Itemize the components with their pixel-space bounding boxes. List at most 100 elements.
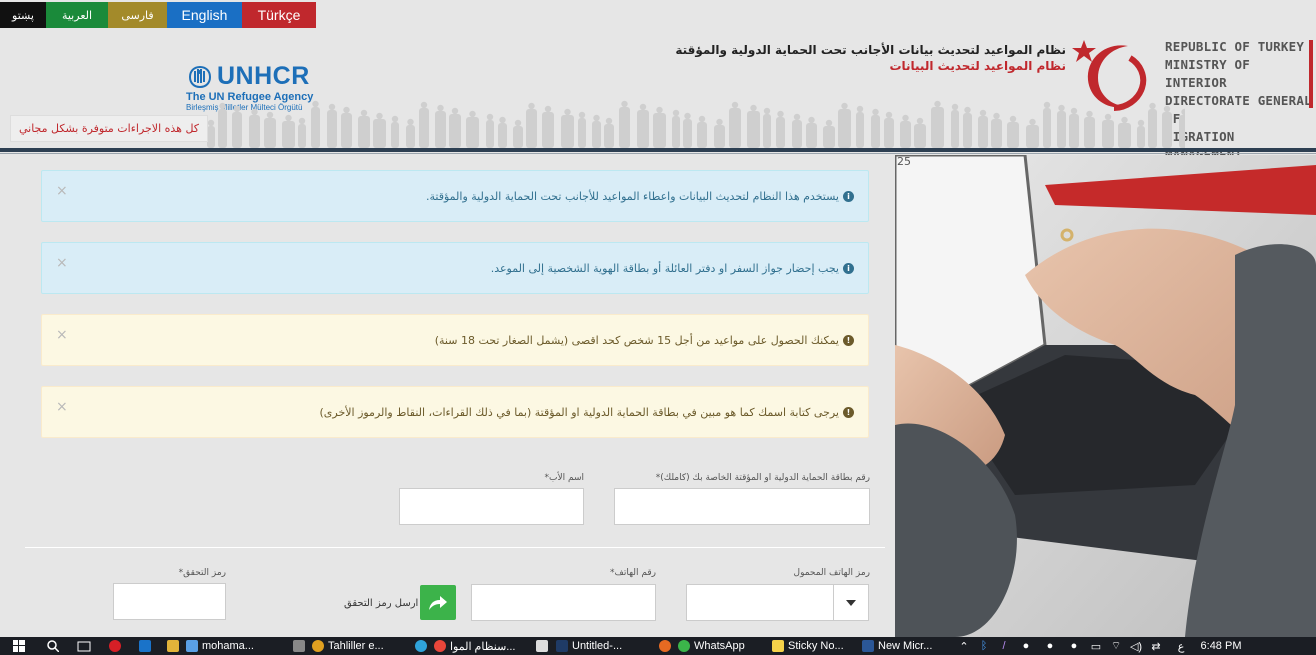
crowd-figure-body [341, 113, 352, 148]
mobile-code-select[interactable] [686, 584, 834, 621]
photos-icon[interactable] [528, 637, 556, 655]
feather-icon[interactable]: / [994, 637, 1014, 655]
crowd-figure-body [1179, 115, 1185, 148]
crowd-figure-head [1009, 115, 1017, 123]
battery-icon[interactable]: ▭ [1086, 637, 1106, 655]
tray-icon[interactable]: ● [1014, 637, 1038, 655]
crowd-figure-head [916, 117, 924, 125]
crowd-figure-head [684, 112, 691, 120]
lang-english[interactable]: English [167, 2, 242, 28]
close-icon[interactable]: × [56, 255, 68, 271]
system-title-sub: نظام المواعيد لتحديث البيانات [889, 59, 1066, 73]
send-verification-label: ارسل رمز التحقق [344, 598, 419, 609]
mobile-code-dropdown-button[interactable] [833, 584, 869, 621]
ministry-name: REPUBLIC OF TURKEY MINISTRY OF INTERIOR … [1165, 38, 1316, 164]
taskbar-item-file[interactable]: mohama... [186, 637, 286, 655]
ministry-line: REPUBLIC OF TURKEY [1165, 39, 1305, 54]
crowd-figure-head [1163, 105, 1171, 113]
close-icon[interactable]: × [56, 183, 68, 199]
search-icon[interactable] [38, 637, 68, 655]
taskbar-clock[interactable]: 6:48 PM [1196, 637, 1246, 655]
crowd-figure-body [806, 123, 817, 148]
alert-text: يستخدم هذا النظام لتحديث البيانات واعطاء… [426, 189, 839, 203]
crowd-figure-body [900, 121, 911, 148]
crowd-figure-body [327, 110, 337, 148]
firefox-icon[interactable] [652, 637, 678, 655]
crowd-figure-body [1137, 126, 1145, 148]
phone-number-input[interactable] [471, 584, 656, 621]
tray-icon[interactable]: ● [1062, 637, 1086, 655]
crowd-figure-body [1043, 108, 1051, 148]
lang-arabic[interactable]: العربية [46, 2, 108, 28]
crowd-figure-body [264, 118, 276, 148]
taskbar-item-whatsapp[interactable]: WhatsApp [678, 637, 772, 655]
taskbar-item-label: Untitled-... [572, 640, 623, 652]
volume-icon[interactable]: ◁) [1126, 637, 1146, 655]
crowd-figure-body [672, 116, 680, 148]
crowd-figure-head [979, 109, 987, 117]
crowd-figure-body [856, 112, 864, 148]
tray-icon[interactable]: ● [1038, 637, 1062, 655]
crowd-figure-head [993, 112, 1000, 120]
header-divider [0, 148, 1316, 152]
system-title: نظام المواعيد لتحديث بيانات الأجانب تحت … [675, 43, 1066, 73]
opera-icon[interactable] [100, 637, 130, 655]
network-icon[interactable]: ⇄ [1146, 637, 1166, 655]
windows-taskbar: mohama... Tahliller e... سنظام الموا... … [0, 637, 1316, 655]
crowd-figure-head [793, 113, 801, 121]
taskbar-item-label: سنظام الموا... [450, 640, 516, 653]
taskbar-item-tahliller[interactable]: Tahliller e... [312, 637, 408, 655]
crowd-figure-body [373, 119, 386, 148]
send-verification-button[interactable] [420, 585, 456, 620]
taskbar-item-label: WhatsApp [694, 640, 745, 652]
crowd-figure-head [605, 117, 613, 125]
wifi-icon[interactable]: ⌔ [1106, 637, 1126, 655]
lang-turkish[interactable]: Türkçe [242, 2, 316, 28]
taskbar-item-word[interactable]: New Micr... [862, 637, 954, 655]
id-number-label: رقم بطاقة الحماية الدولية او المؤقتة الخ… [655, 473, 870, 483]
crowd-figure-head [514, 119, 522, 127]
crowd-figure-head [499, 116, 506, 124]
taskbar-item-label: New Micr... [878, 640, 933, 652]
crowd-figure-head [469, 110, 476, 118]
hero-photo-laptop-hands: 25 [895, 155, 1316, 637]
page: پښتو العربية فارسی English Türkçe UNHCR … [0, 0, 1316, 655]
crowd-figure-body [391, 122, 399, 148]
crowd-figure-head [593, 114, 600, 122]
crowd-figure-body [249, 115, 260, 148]
crowd-figure-head [1104, 113, 1112, 121]
crowd-figure-head [777, 110, 784, 118]
task-view-icon[interactable] [68, 637, 100, 655]
crowd-figure-head [750, 104, 757, 112]
telegram-icon[interactable] [408, 637, 434, 655]
close-icon[interactable]: × [56, 327, 68, 343]
lang-persian[interactable]: فارسی [108, 2, 167, 28]
windows-start-icon[interactable] [0, 637, 38, 655]
crowd-figure-head [621, 100, 628, 108]
crowd-figure-head [934, 100, 941, 108]
bluetooth-icon[interactable]: ᛒ [974, 637, 994, 655]
language-bar: پښتو العربية فارسی English Türkçe [0, 2, 316, 28]
app-icon[interactable] [160, 637, 186, 655]
father-name-input[interactable] [399, 488, 584, 525]
verification-code-input[interactable] [113, 583, 226, 620]
crowd-figure-head [251, 108, 258, 116]
crowd-figure-head [376, 112, 383, 120]
chevron-up-icon[interactable]: ⌃ [954, 637, 974, 655]
taskbar-item-photoshop[interactable]: Untitled-... [556, 637, 652, 655]
crowd-figure-head [1086, 110, 1093, 118]
taskbar-item-sticky-notes[interactable]: Sticky No... [772, 637, 862, 655]
keyboard-language-indicator[interactable]: ع [1166, 637, 1196, 655]
crowd-figure-head [1029, 118, 1036, 126]
crowd-figure-body [714, 125, 725, 148]
lang-pashto[interactable]: پښتو [0, 2, 46, 28]
teamviewer-icon[interactable] [130, 637, 160, 655]
taskbar-item-chrome[interactable]: سنظام الموا... [434, 637, 528, 655]
crowd-figure-body [871, 115, 880, 148]
app-icon[interactable] [286, 637, 312, 655]
id-number-input[interactable] [614, 488, 870, 525]
crowd-figure-body [1084, 117, 1095, 148]
unhcr-emblem-icon [188, 65, 212, 88]
close-icon[interactable]: × [56, 399, 68, 415]
crowd-figure-head [486, 113, 494, 121]
